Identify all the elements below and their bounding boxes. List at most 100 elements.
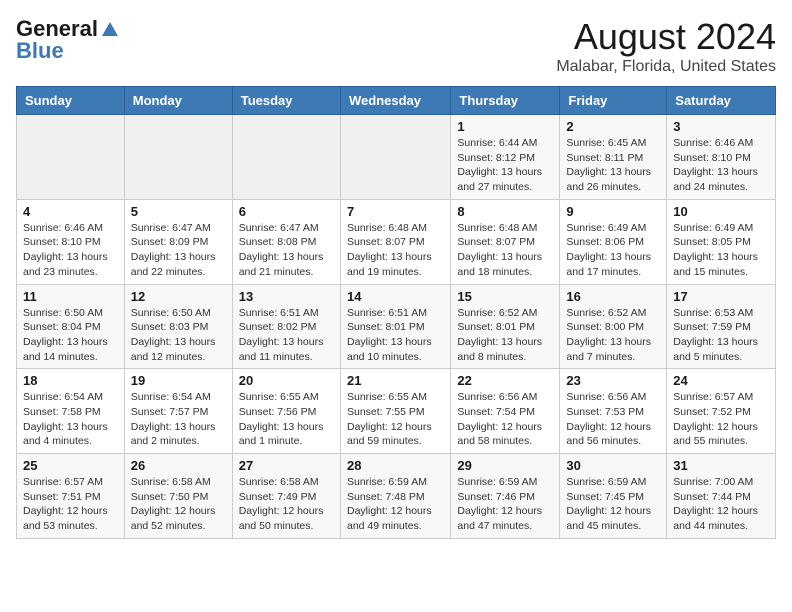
- calendar-cell: 25Sunrise: 6:57 AM Sunset: 7:51 PM Dayli…: [17, 454, 125, 539]
- day-number: 8: [457, 204, 553, 219]
- day-info: Sunrise: 6:48 AM Sunset: 8:07 PM Dayligh…: [457, 221, 553, 280]
- day-info: Sunrise: 6:45 AM Sunset: 8:11 PM Dayligh…: [566, 136, 660, 195]
- day-number: 14: [347, 289, 444, 304]
- day-info: Sunrise: 6:59 AM Sunset: 7:48 PM Dayligh…: [347, 475, 444, 534]
- logo: General Blue: [16, 16, 118, 64]
- calendar-cell: 17Sunrise: 6:53 AM Sunset: 7:59 PM Dayli…: [667, 284, 776, 369]
- day-info: Sunrise: 6:48 AM Sunset: 8:07 PM Dayligh…: [347, 221, 444, 280]
- day-info: Sunrise: 6:49 AM Sunset: 8:06 PM Dayligh…: [566, 221, 660, 280]
- day-number: 15: [457, 289, 553, 304]
- day-number: 3: [673, 119, 769, 134]
- calendar-cell: 4Sunrise: 6:46 AM Sunset: 8:10 PM Daylig…: [17, 199, 125, 284]
- calendar-cell: 16 Sunrise: 6:52 AM Sunset: 8:00 PM Dayli…: [560, 284, 667, 369]
- day-info: Sunrise: 6:57 AM Sunset: 7:52 PM Dayligh…: [673, 390, 769, 449]
- calendar-cell: 8 Sunrise: 6:48 AM Sunset: 8:07 PM Daylig…: [451, 199, 560, 284]
- day-info: Sunrise: 6:46 AM Sunset: 8:10 PM Dayligh…: [673, 136, 769, 195]
- calendar-cell: 2Sunrise: 6:45 AM Sunset: 8:11 PM Daylig…: [560, 115, 667, 200]
- weekday-wednesday: Wednesday: [340, 87, 450, 115]
- day-number: 20: [239, 373, 334, 388]
- day-number: 11: [23, 289, 118, 304]
- day-info: Sunrise: 6:47 AM Sunset: 8:08 PM Dayligh…: [239, 221, 334, 280]
- day-number: 18: [23, 373, 118, 388]
- calendar-cell: 23Sunrise: 6:56 AM Sunset: 7:53 PM Dayli…: [560, 369, 667, 454]
- day-number: 21: [347, 373, 444, 388]
- logo-blue: Blue: [16, 38, 64, 64]
- day-number: 16: [566, 289, 660, 304]
- day-number: 5: [131, 204, 226, 219]
- week-row-2: 4Sunrise: 6:46 AM Sunset: 8:10 PM Daylig…: [17, 199, 776, 284]
- calendar-cell: 5 Sunrise: 6:47 AM Sunset: 8:09 PM Daylig…: [124, 199, 232, 284]
- calendar-cell: 30 Sunrise: 6:59 AM Sunset: 7:45 PM Dayli…: [560, 454, 667, 539]
- calendar-cell: 19 Sunrise: 6:54 AM Sunset: 7:57 PM Dayli…: [124, 369, 232, 454]
- calendar-cell: 18Sunrise: 6:54 AM Sunset: 7:58 PM Dayli…: [17, 369, 125, 454]
- calendar-cell: 7 Sunrise: 6:48 AM Sunset: 8:07 PM Daylig…: [340, 199, 450, 284]
- day-info: Sunrise: 6:58 AM Sunset: 7:50 PM Dayligh…: [131, 475, 226, 534]
- day-number: 28: [347, 458, 444, 473]
- calendar-cell: 31Sunrise: 7:00 AM Sunset: 7:44 PM Dayli…: [667, 454, 776, 539]
- week-row-4: 18Sunrise: 6:54 AM Sunset: 7:58 PM Dayli…: [17, 369, 776, 454]
- weekday-row: SundayMondayTuesdayWednesdayThursdayFrid…: [17, 87, 776, 115]
- calendar-cell: 10Sunrise: 6:49 AM Sunset: 8:05 PM Dayli…: [667, 199, 776, 284]
- day-info: Sunrise: 6:51 AM Sunset: 8:01 PM Dayligh…: [347, 306, 444, 365]
- day-number: 13: [239, 289, 334, 304]
- day-number: 1: [457, 119, 553, 134]
- calendar-cell: 22 Sunrise: 6:56 AM Sunset: 7:54 PM Dayli…: [451, 369, 560, 454]
- day-number: 26: [131, 458, 226, 473]
- day-number: 19: [131, 373, 226, 388]
- day-number: 27: [239, 458, 334, 473]
- day-info: Sunrise: 6:55 AM Sunset: 7:55 PM Dayligh…: [347, 390, 444, 449]
- title-area: August 2024 Malabar, Florida, United Sta…: [556, 16, 776, 76]
- calendar-cell: 13 Sunrise: 6:51 AM Sunset: 8:02 PM Dayli…: [232, 284, 340, 369]
- day-info: Sunrise: 6:54 AM Sunset: 7:57 PM Dayligh…: [131, 390, 226, 449]
- calendar-cell: [124, 115, 232, 200]
- subtitle: Malabar, Florida, United States: [556, 58, 776, 76]
- calendar-cell: 21 Sunrise: 6:55 AM Sunset: 7:55 PM Dayli…: [340, 369, 450, 454]
- logo-triangle-icon: [102, 22, 118, 36]
- day-info: Sunrise: 6:56 AM Sunset: 7:53 PM Dayligh…: [566, 390, 660, 449]
- day-number: 24: [673, 373, 769, 388]
- week-row-1: 1Sunrise: 6:44 AM Sunset: 8:12 PM Daylig…: [17, 115, 776, 200]
- day-number: 6: [239, 204, 334, 219]
- calendar-body: 1Sunrise: 6:44 AM Sunset: 8:12 PM Daylig…: [17, 115, 776, 539]
- weekday-monday: Monday: [124, 87, 232, 115]
- calendar-cell: 11 Sunrise: 6:50 AM Sunset: 8:04 PM Dayli…: [17, 284, 125, 369]
- day-number: 10: [673, 204, 769, 219]
- calendar-cell: 14 Sunrise: 6:51 AM Sunset: 8:01 PM Dayli…: [340, 284, 450, 369]
- day-number: 29: [457, 458, 553, 473]
- day-info: Sunrise: 6:50 AM Sunset: 8:03 PM Dayligh…: [131, 306, 226, 365]
- day-info: Sunrise: 6:50 AM Sunset: 8:04 PM Dayligh…: [23, 306, 118, 365]
- day-number: 17: [673, 289, 769, 304]
- day-number: 12: [131, 289, 226, 304]
- calendar-cell: 27 Sunrise: 6:58 AM Sunset: 7:49 PM Dayli…: [232, 454, 340, 539]
- weekday-thursday: Thursday: [451, 87, 560, 115]
- week-row-5: 25Sunrise: 6:57 AM Sunset: 7:51 PM Dayli…: [17, 454, 776, 539]
- day-number: 25: [23, 458, 118, 473]
- day-info: Sunrise: 6:56 AM Sunset: 7:54 PM Dayligh…: [457, 390, 553, 449]
- calendar-cell: [17, 115, 125, 200]
- day-info: Sunrise: 6:59 AM Sunset: 7:46 PM Dayligh…: [457, 475, 553, 534]
- day-info: Sunrise: 6:55 AM Sunset: 7:56 PM Dayligh…: [239, 390, 334, 449]
- weekday-sunday: Sunday: [17, 87, 125, 115]
- calendar-cell: 26 Sunrise: 6:58 AM Sunset: 7:50 PM Dayli…: [124, 454, 232, 539]
- day-number: 30: [566, 458, 660, 473]
- main-title: August 2024: [556, 16, 776, 58]
- day-info: Sunrise: 6:47 AM Sunset: 8:09 PM Dayligh…: [131, 221, 226, 280]
- day-info: Sunrise: 6:51 AM Sunset: 8:02 PM Dayligh…: [239, 306, 334, 365]
- day-info: Sunrise: 6:58 AM Sunset: 7:49 PM Dayligh…: [239, 475, 334, 534]
- calendar-cell: 6 Sunrise: 6:47 AM Sunset: 8:08 PM Daylig…: [232, 199, 340, 284]
- day-number: 22: [457, 373, 553, 388]
- day-info: Sunrise: 6:46 AM Sunset: 8:10 PM Dayligh…: [23, 221, 118, 280]
- calendar-cell: 15 Sunrise: 6:52 AM Sunset: 8:01 PM Dayli…: [451, 284, 560, 369]
- weekday-saturday: Saturday: [667, 87, 776, 115]
- day-info: Sunrise: 6:52 AM Sunset: 8:01 PM Dayligh…: [457, 306, 553, 365]
- header: General Blue August 2024 Malabar, Florid…: [16, 16, 776, 76]
- calendar: SundayMondayTuesdayWednesdayThursdayFrid…: [16, 86, 776, 539]
- day-info: Sunrise: 6:59 AM Sunset: 7:45 PM Dayligh…: [566, 475, 660, 534]
- day-info: Sunrise: 6:52 AM Sunset: 8:00 PM Dayligh…: [566, 306, 660, 365]
- calendar-cell: 24 Sunrise: 6:57 AM Sunset: 7:52 PM Dayli…: [667, 369, 776, 454]
- day-number: 7: [347, 204, 444, 219]
- calendar-cell: 3 Sunrise: 6:46 AM Sunset: 8:10 PM Daylig…: [667, 115, 776, 200]
- calendar-cell: [232, 115, 340, 200]
- calendar-cell: 9Sunrise: 6:49 AM Sunset: 8:06 PM Daylig…: [560, 199, 667, 284]
- weekday-tuesday: Tuesday: [232, 87, 340, 115]
